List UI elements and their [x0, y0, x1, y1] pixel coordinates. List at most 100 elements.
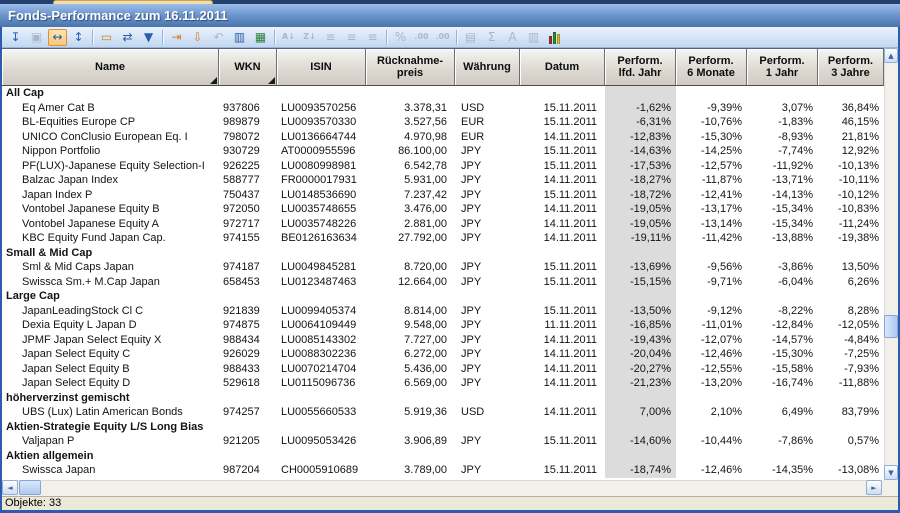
cell-waehrung: JPY	[455, 275, 520, 290]
chart-icon[interactable]	[545, 29, 564, 46]
align-center-icon: ≡	[342, 29, 361, 46]
cell-name: Swissca Japan	[2, 463, 219, 478]
refresh-icon[interactable]: ⇄	[118, 29, 137, 46]
fund-row[interactable]: UBS (Lux) Latin American Bonds974257LU00…	[2, 405, 884, 420]
fund-row[interactable]: Japan Select Equity B988433LU00702147045…	[2, 362, 884, 377]
vertical-scrollbar[interactable]: ▲ ▼	[884, 48, 898, 480]
scroll-right-button[interactable]: ►	[866, 480, 882, 495]
fund-row[interactable]: Vontobel Japanese Equity B972050LU003574…	[2, 202, 884, 217]
cell-name: JapanLeadingStock Cl C	[2, 304, 219, 319]
cell-datum: 14.11.2011	[520, 347, 605, 362]
cell-p_3j: -10,11%	[818, 173, 884, 188]
cell-name: Valjapan P	[2, 434, 219, 449]
scroll-left-button[interactable]: ◄	[2, 480, 18, 495]
fund-row[interactable]: Eq Amer Cat B937806LU00935702563.378,31U…	[2, 101, 884, 116]
cell-preis: 8.720,00	[366, 260, 455, 275]
horizontal-scrollbar[interactable]: ◄ ►	[2, 480, 882, 496]
cell-p_3j	[818, 246, 884, 261]
fund-row[interactable]: KBC Equity Fund Japan Cap.974155BE012616…	[2, 231, 884, 246]
cell-datum: 11.11.2011	[520, 318, 605, 333]
fund-row[interactable]: JPMF Japan Select Equity X988434LU008514…	[2, 333, 884, 348]
cell-p_lfd: -21,23%	[605, 376, 676, 391]
grid-chart-icon[interactable]: ▦	[251, 29, 270, 46]
group-row[interactable]: Small & Mid Cap	[2, 246, 884, 261]
group-row[interactable]: höherverzinst gemischt	[2, 391, 884, 406]
column-header-label: Rücknahme- preis	[377, 55, 443, 79]
column-header-wkn[interactable]: WKN	[219, 49, 277, 86]
fund-row[interactable]: Balzac Japan Index588777FR00000179315.93…	[2, 173, 884, 188]
cell-waehrung: JPY	[455, 260, 520, 275]
scroll-down-button[interactable]: ▼	[884, 465, 898, 480]
horizontal-scroll-thumb[interactable]	[19, 480, 41, 495]
cell-p_lfd: -19,05%	[605, 202, 676, 217]
fund-row[interactable]: PF(LUX)-Japanese Equity Selection-I92622…	[2, 159, 884, 174]
insert-row-icon[interactable]: ⇩	[188, 29, 207, 46]
column-settings-icon[interactable]: ▥	[230, 29, 249, 46]
column-header-preis[interactable]: Rücknahme- preis	[366, 49, 455, 86]
group-row[interactable]: Aktien-Strategie Equity L/S Long Bias	[2, 420, 884, 435]
export-icon[interactable]: ↧	[6, 29, 25, 46]
cell-isin: LU0064109449	[277, 318, 366, 333]
fund-row[interactable]: Vontobel Japanese Equity A972717LU003574…	[2, 217, 884, 232]
column-header-label: Perform. 1 Jahr	[759, 55, 804, 79]
cell-datum: 15.11.2011	[520, 260, 605, 275]
group-row[interactable]: Aktien allgemein	[2, 449, 884, 464]
cell-name: Swissca Sm.+ M.Cap Japan	[2, 275, 219, 290]
column-header-p_lfd[interactable]: Perform. lfd. Jahr	[605, 49, 676, 86]
cell-p_1j	[747, 289, 818, 304]
cell-p_1j: -12,84%	[747, 318, 818, 333]
display-settings-icon: ▥	[524, 29, 543, 46]
fund-row[interactable]: BL-Equities Europe CP989879LU00935703303…	[2, 115, 884, 130]
fit-width-icon[interactable]: ↔	[48, 29, 67, 46]
cell-p_6m: -10,76%	[676, 115, 747, 130]
cell-p_lfd	[605, 449, 676, 464]
cell-p_1j: -14,57%	[747, 333, 818, 348]
cell-waehrung: JPY	[455, 434, 520, 449]
increase-decimal-icon: .00	[412, 29, 431, 46]
cell-p_3j	[818, 86, 884, 101]
fund-row[interactable]: JapanLeadingStock Cl C921839LU0099405374…	[2, 304, 884, 319]
new-window-icon[interactable]: ▭	[97, 29, 116, 46]
vertical-scroll-thumb[interactable]	[884, 315, 898, 338]
fund-row[interactable]: Nippon Portfolio930729AT000095559686.100…	[2, 144, 884, 159]
window-title-bar[interactable]: Fonds-Performance zum 16.11.2011	[0, 4, 900, 27]
cell-p_lfd: -19,05%	[605, 217, 676, 232]
fund-row[interactable]: Swissca Japan987204CH00059106893.789,00J…	[2, 463, 884, 478]
fund-row[interactable]: Japan Select Equity D529618LU01150967366…	[2, 376, 884, 391]
column-header-datum[interactable]: Datum	[520, 49, 605, 86]
column-header-name[interactable]: Name	[2, 49, 219, 86]
column-header-waehrung[interactable]: Währung	[455, 49, 520, 86]
fund-row[interactable]: Japan Select Equity C926029LU00883022366…	[2, 347, 884, 362]
fit-height-icon[interactable]: ↕	[69, 29, 88, 46]
fund-row[interactable]: Japan Index P750437LU01485366907.237,42J…	[2, 188, 884, 203]
filter-icon[interactable]: ▼	[139, 29, 158, 46]
cell-waehrung: JPY	[455, 333, 520, 348]
cell-p_1j	[747, 86, 818, 101]
group-label: höherverzinst gemischt	[2, 391, 605, 406]
cell-preis: 6.569,00	[366, 376, 455, 391]
group-row[interactable]: Large Cap	[2, 289, 884, 304]
column-header-p_6m[interactable]: Perform. 6 Monate	[676, 49, 747, 86]
group-label: Aktien-Strategie Equity L/S Long Bias	[2, 420, 605, 435]
group-row[interactable]: All Cap	[2, 86, 884, 101]
group-label: Aktien allgemein	[2, 449, 605, 464]
cell-waehrung: JPY	[455, 304, 520, 319]
cell-wkn: 972717	[219, 217, 277, 232]
insert-column-icon[interactable]: ⇥	[167, 29, 186, 46]
cell-p_6m	[676, 86, 747, 101]
fund-row[interactable]: Sml & Mid Caps Japan974187LU00498452818.…	[2, 260, 884, 275]
cell-datum: 15.11.2011	[520, 101, 605, 116]
cell-datum: 14.11.2011	[520, 217, 605, 232]
column-header-isin[interactable]: ISIN	[277, 49, 366, 86]
column-header-p_3j[interactable]: Perform. 3 Jahre	[818, 49, 884, 86]
fund-row[interactable]: UNICO ConClusio European Eq. I798072LU01…	[2, 130, 884, 145]
group-label: Large Cap	[2, 289, 605, 304]
column-header-p_1j[interactable]: Perform. 1 Jahr	[747, 49, 818, 86]
cell-waehrung: JPY	[455, 202, 520, 217]
fund-row[interactable]: Swissca Sm.+ M.Cap Japan658453LU01234874…	[2, 275, 884, 290]
fund-row[interactable]: Valjapan P921205LU00950534263.906,89JPY1…	[2, 434, 884, 449]
fund-row[interactable]: Dexia Equity L Japan D974875LU0064109449…	[2, 318, 884, 333]
scroll-up-button[interactable]: ▲	[884, 48, 898, 63]
cell-p_6m: -12,41%	[676, 188, 747, 203]
cell-isin: CH0005910689	[277, 463, 366, 478]
